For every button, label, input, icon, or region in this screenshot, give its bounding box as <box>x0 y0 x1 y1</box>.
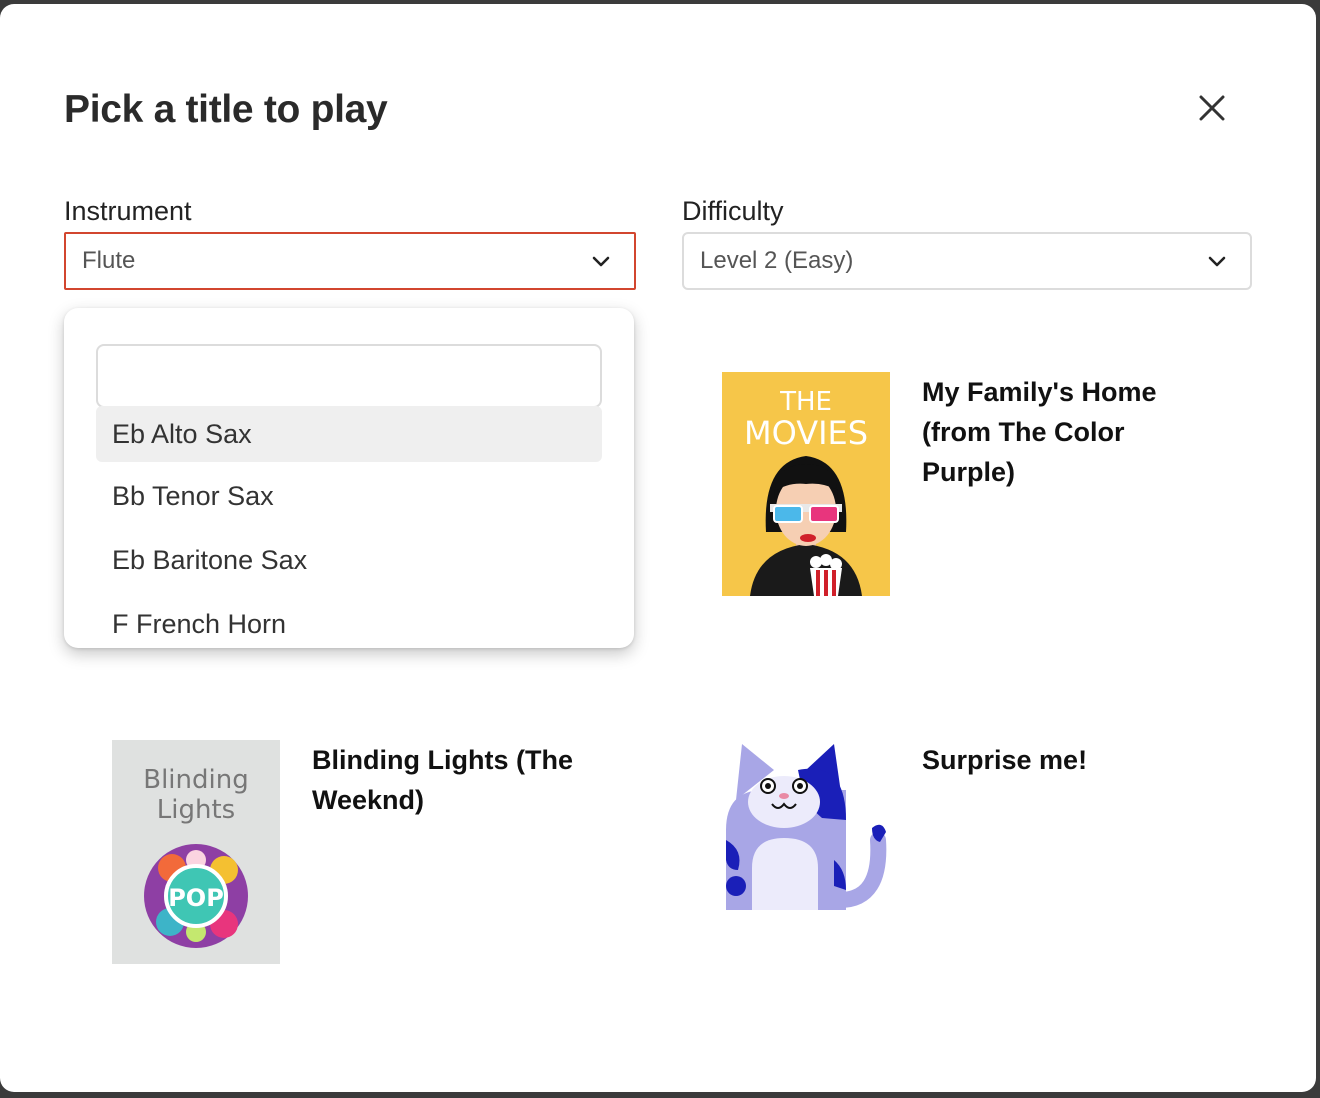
difficulty-selected-value: Level 2 (Easy) <box>700 247 854 274</box>
blinding-lights-cover-art: Blinding Lights POP <box>112 740 280 964</box>
dropdown-option-f-french-horn[interactable]: F French Horn <box>96 596 602 648</box>
instrument-search-input[interactable] <box>96 344 602 408</box>
difficulty-label: Difficulty <box>682 196 784 226</box>
cover-text-pop: POP <box>168 884 224 912</box>
movies-cover-art: THE MOVIES <box>722 372 890 596</box>
chevron-down-icon <box>1208 256 1226 267</box>
close-button[interactable] <box>1190 86 1234 130</box>
cover-surprise-me[interactable] <box>722 740 890 964</box>
dialog-title: Pick a title to play <box>64 88 388 131</box>
title-blinding-lights[interactable]: Blinding Lights (The Weeknd) <box>312 740 602 820</box>
cover-blinding-lights[interactable]: Blinding Lights POP <box>112 740 280 964</box>
cover-the-movies[interactable]: THE MOVIES <box>722 372 890 596</box>
cover-text-movies: MOVIES <box>744 414 868 452</box>
instrument-selected-value: Flute <box>82 247 136 274</box>
difficulty-select[interactable]: Level 2 (Easy) <box>682 232 1252 290</box>
title-my-familys-home[interactable]: My Family's Home (from The Color Purple) <box>922 372 1202 492</box>
cover-text-lights: Lights <box>157 795 235 825</box>
dropdown-option-eb-baritone-sax[interactable]: Eb Baritone Sax <box>96 532 602 588</box>
dropdown-option-bb-tenor-sax[interactable]: Bb Tenor Sax <box>96 468 602 524</box>
chevron-down-icon <box>592 256 610 267</box>
instrument-label: Instrument <box>64 196 192 226</box>
cat-mascot-icon <box>722 740 890 964</box>
cover-text-blinding: Blinding <box>143 765 248 795</box>
close-icon <box>1199 95 1225 121</box>
title-surprise-me[interactable]: Surprise me! <box>922 740 1202 780</box>
cover-text-the: THE <box>779 387 832 417</box>
instrument-dropdown-menu: Eb Alto Sax Bb Tenor Sax Eb Baritone Sax… <box>64 308 634 648</box>
pick-title-dialog: Pick a title to play Instrument Flute Di… <box>0 4 1316 1092</box>
instrument-select[interactable]: Flute <box>64 232 636 290</box>
dropdown-option-eb-alto-sax[interactable]: Eb Alto Sax <box>96 406 602 462</box>
